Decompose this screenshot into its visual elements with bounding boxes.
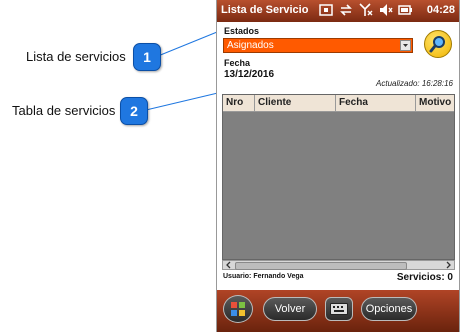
search-icon xyxy=(429,36,445,53)
speaker-mute-icon[interactable] xyxy=(379,3,393,17)
scroll-right-icon[interactable] xyxy=(443,261,453,269)
window-icon[interactable] xyxy=(319,3,333,17)
column-header-cliente[interactable]: Cliente xyxy=(255,95,336,111)
opciones-button[interactable]: Opciones xyxy=(361,297,417,321)
services-table[interactable]: Nro Cliente Fecha Motivo xyxy=(222,94,455,260)
table-header: Nro Cliente Fecha Motivo xyxy=(223,95,454,112)
search-button[interactable] xyxy=(424,30,452,58)
keyboard-button[interactable] xyxy=(325,297,353,321)
sync-icon[interactable] xyxy=(339,3,353,17)
updated-timestamp: Actualizado: 16:28:16 xyxy=(376,79,453,88)
column-header-motivo[interactable]: Motivo xyxy=(416,95,456,111)
keyboard-icon xyxy=(330,303,348,315)
callout-label-1: Lista de servicios xyxy=(26,49,126,64)
bottom-toolbar: Volver Opciones xyxy=(217,290,459,332)
no-signal-icon[interactable] xyxy=(359,3,373,17)
estados-selected-value: Asignados xyxy=(227,40,274,51)
horizontal-scrollbar[interactable] xyxy=(222,260,455,270)
fecha-label: Fecha xyxy=(224,58,251,68)
user-name: Usuario: Fernando Vega xyxy=(223,273,304,280)
start-button[interactable] xyxy=(223,295,253,323)
scroll-left-icon[interactable] xyxy=(224,261,234,269)
services-count: Servicios: 0 xyxy=(396,272,453,283)
status-bar: Lista de Servicio 04:28 xyxy=(217,0,459,22)
battery-icon[interactable] xyxy=(398,3,412,17)
callout-badge-2: 2 xyxy=(120,97,148,125)
column-header-nro[interactable]: Nro xyxy=(223,95,255,111)
callout-badge-1: 1 xyxy=(133,43,161,71)
estados-label: Estados xyxy=(224,26,260,36)
volver-button[interactable]: Volver xyxy=(263,297,317,321)
app-title: Lista de Servicio xyxy=(221,4,309,16)
device-screen: Lista de Servicio 04:28 Estados Asignado… xyxy=(216,0,460,332)
clock-time: 04:28 xyxy=(426,4,455,16)
callout-label-2: Tabla de servicios xyxy=(12,103,116,118)
dropdown-arrow-icon[interactable] xyxy=(400,40,411,51)
windows-logo-icon xyxy=(231,302,245,316)
fecha-value[interactable]: 13/12/2016 xyxy=(224,69,274,80)
scrollbar-thumb[interactable] xyxy=(235,262,407,270)
estados-dropdown[interactable]: Asignados xyxy=(223,38,413,53)
column-header-fecha[interactable]: Fecha xyxy=(336,95,416,111)
